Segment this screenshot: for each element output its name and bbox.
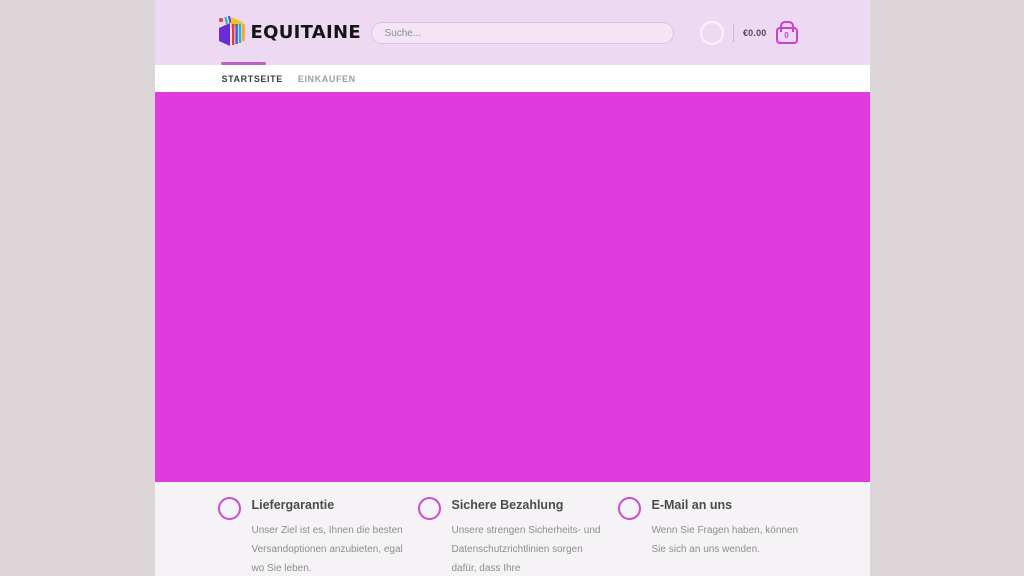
feature-liefergarantie: Liefergarantie Unser Ziel ist es, Ihnen …	[218, 496, 418, 576]
email-circle-icon	[618, 497, 641, 520]
main-nav: STARTSEITE EINKAUFEN	[155, 65, 870, 92]
active-tab-indicator	[221, 62, 266, 65]
hero-banner	[155, 92, 870, 482]
brand-name: EQUITAINE	[251, 22, 361, 43]
nav-item-einkaufen[interactable]: EINKAUFEN	[298, 74, 356, 84]
site-header: EQUITAINE €0.00 0	[155, 0, 870, 65]
shipping-circle-icon	[218, 497, 241, 520]
cart-count-badge: 0	[784, 31, 788, 40]
feature-description: Unsere strengen Sicherheits- und Datensc…	[452, 521, 604, 576]
search-input[interactable]	[371, 22, 674, 44]
account-icon[interactable]	[700, 21, 724, 45]
brand-logo-icon	[217, 15, 247, 49]
header-divider	[733, 24, 734, 42]
cart-total: €0.00	[743, 28, 767, 38]
cart-bag-icon[interactable]: 0	[776, 27, 798, 44]
features-section: Liefergarantie Unser Ziel ist es, Ihnen …	[155, 482, 870, 576]
feature-title: Sichere Bezahlung	[452, 498, 610, 512]
nav-item-startseite[interactable]: STARTSEITE	[222, 74, 283, 84]
feature-title: Liefergarantie	[252, 498, 410, 512]
header-right-cluster: €0.00 0	[700, 0, 798, 65]
feature-description: Unser Ziel ist es, Ihnen die besten Vers…	[252, 521, 404, 576]
feature-email-an-uns: E-Mail an uns Wenn Sie Fragen haben, kön…	[618, 496, 818, 576]
feature-description: Wenn Sie Fragen haben, können Sie sich a…	[652, 521, 804, 559]
secure-payment-circle-icon	[418, 497, 441, 520]
page-container: EQUITAINE €0.00 0 STARTSEITE EINKAUFEN L…	[155, 0, 870, 576]
feature-sichere-bezahlung: Sichere Bezahlung Unsere strengen Sicher…	[418, 496, 618, 576]
brand-logo[interactable]: EQUITAINE	[217, 15, 361, 49]
search-bar	[371, 22, 674, 44]
feature-title: E-Mail an uns	[652, 498, 810, 512]
